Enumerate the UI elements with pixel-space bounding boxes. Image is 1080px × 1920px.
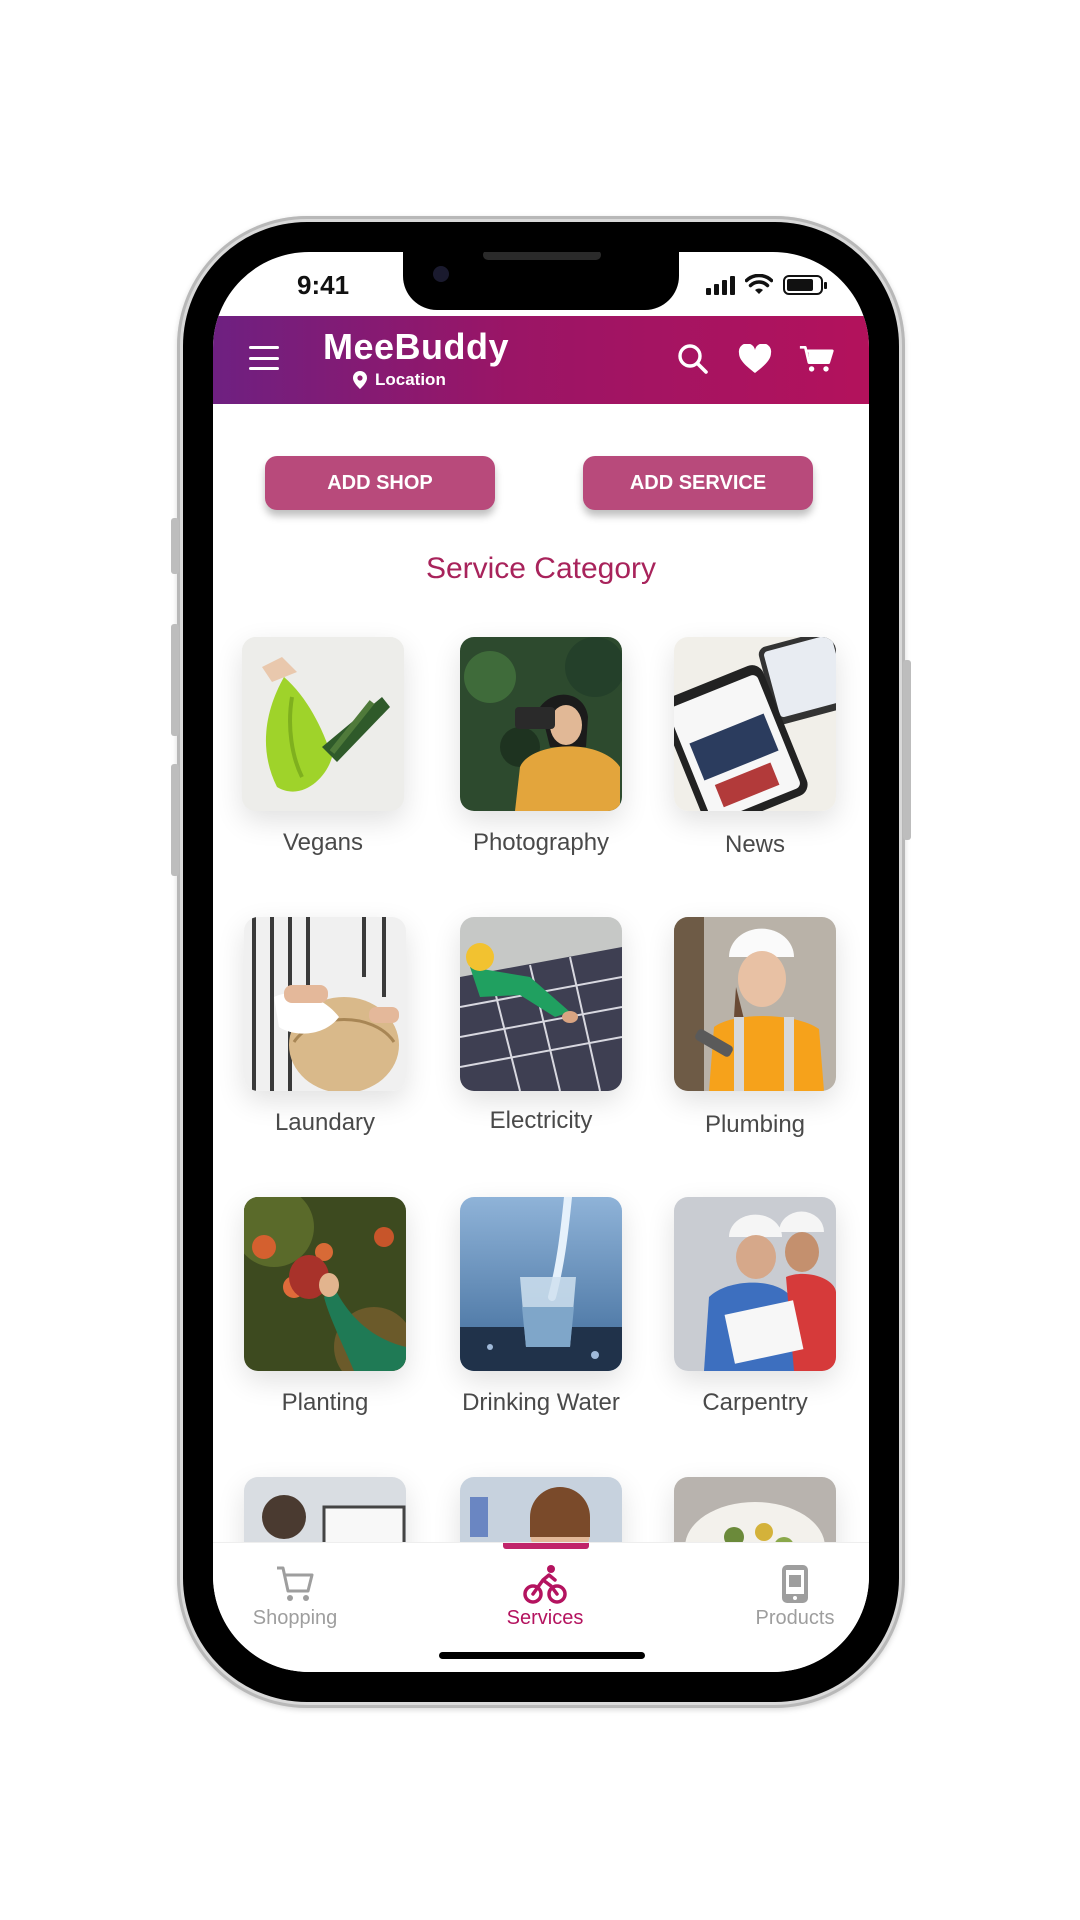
electricity-image xyxy=(460,917,622,1091)
section-title: Service Category xyxy=(425,552,657,585)
category-label: Photography xyxy=(472,829,610,856)
planting-image xyxy=(244,1197,406,1371)
nav-label: Services xyxy=(506,1607,584,1629)
active-tab-indicator xyxy=(503,1543,589,1549)
photography-image xyxy=(460,637,622,811)
laundry-image xyxy=(244,917,406,1091)
cart-icon xyxy=(277,1566,314,1601)
front-camera xyxy=(433,266,449,282)
category-vegans[interactable]: Vegans xyxy=(223,637,423,857)
add-shop-button[interactable]: ADD SHOP xyxy=(265,456,495,510)
category-label: Plumbing xyxy=(704,1111,806,1138)
category-label: Planting xyxy=(281,1389,369,1416)
location-label: Location xyxy=(375,370,446,389)
category-label: News xyxy=(724,831,785,858)
nav-label: Shopping xyxy=(252,1607,338,1629)
status-icons xyxy=(706,274,827,296)
category-photography[interactable]: Photography xyxy=(441,637,641,857)
location-selector[interactable]: Location xyxy=(353,370,446,390)
power-button xyxy=(903,660,911,840)
nav-label: Products xyxy=(755,1607,835,1629)
category-plumbing[interactable]: Plumbing xyxy=(655,917,855,1139)
mute-switch xyxy=(171,518,179,574)
category-electricity[interactable]: Electricity xyxy=(441,917,641,1135)
cart-icon[interactable] xyxy=(799,342,835,376)
cyclist-icon xyxy=(523,1565,567,1604)
news-image xyxy=(674,637,836,811)
nav-products[interactable]: Products xyxy=(705,1561,869,1630)
category-carpentry[interactable]: Carpentry xyxy=(655,1197,855,1417)
home-indicator[interactable] xyxy=(439,1652,645,1659)
battery-icon xyxy=(783,275,827,295)
volume-down-button xyxy=(171,764,179,876)
category-drinking-water[interactable]: Drinking Water xyxy=(441,1197,641,1417)
category-label: Electricity xyxy=(489,1107,593,1134)
nav-shopping[interactable]: Shopping xyxy=(213,1561,385,1630)
category-label: Laundary xyxy=(274,1109,376,1136)
location-pin-icon xyxy=(353,371,367,389)
add-service-button[interactable]: ADD SERVICE xyxy=(583,456,813,510)
nav-services[interactable]: Services xyxy=(455,1561,635,1630)
category-label: Carpentry xyxy=(702,1389,808,1416)
phone-screen: 9:41 MeeBuddy Location ADD SHOP ADD SERV… xyxy=(213,252,869,1672)
drinking-water-image xyxy=(460,1197,622,1371)
app-header: MeeBuddy Location xyxy=(213,316,869,404)
category-label: Vegans xyxy=(282,829,364,856)
status-time: 9:41 xyxy=(297,270,350,300)
speaker xyxy=(483,252,601,260)
category-news[interactable]: News xyxy=(655,637,855,859)
notch xyxy=(403,252,679,310)
carpentry-image xyxy=(674,1197,836,1371)
volume-up-button xyxy=(171,624,179,736)
app-brand: MeeBuddy xyxy=(323,326,510,367)
signal-icon xyxy=(706,275,735,295)
category-planting[interactable]: Planting xyxy=(225,1197,425,1417)
header-actions xyxy=(675,342,835,376)
vegans-image xyxy=(242,637,404,811)
plumbing-image xyxy=(674,917,836,1091)
wifi-icon xyxy=(745,274,773,294)
category-label: Drinking Water xyxy=(462,1389,620,1416)
hamburger-menu-icon[interactable] xyxy=(249,346,279,370)
phone-icon xyxy=(782,1565,808,1603)
search-icon[interactable] xyxy=(675,342,711,376)
heart-icon[interactable] xyxy=(737,342,773,376)
category-laundary[interactable]: Laundary xyxy=(225,917,425,1137)
